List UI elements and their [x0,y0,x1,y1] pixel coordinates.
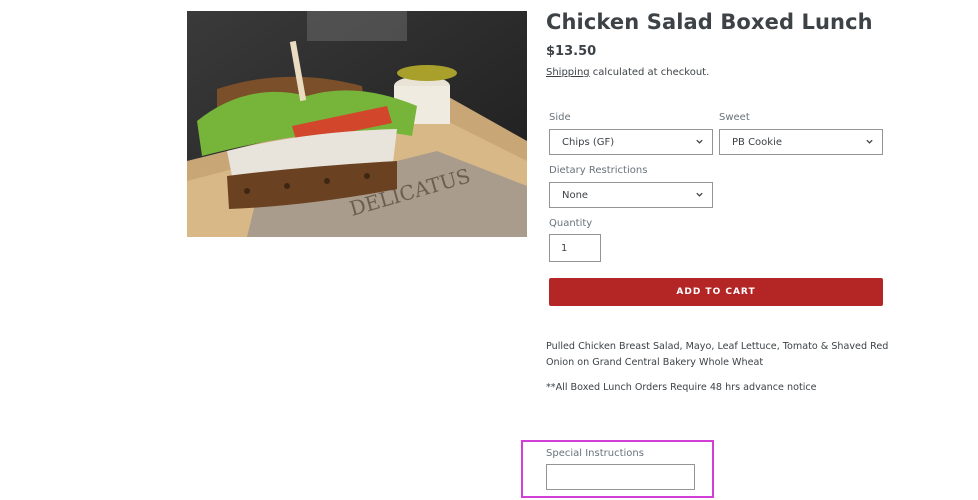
advance-notice: **All Boxed Lunch Orders Require 48 hrs … [546,382,817,393]
chevron-down-icon [696,139,703,144]
chevron-down-icon [866,139,873,144]
quantity-label: Quantity [549,218,593,229]
product-price: $13.50 [546,44,597,59]
dietary-select-value: None [562,189,589,201]
chevron-down-icon [696,192,703,197]
product-description: Pulled Chicken Breast Salad, Mayo, Leaf … [546,341,889,368]
dietary-label: Dietary Restrictions [549,165,648,176]
product-title: Chicken Salad Boxed Lunch [546,10,873,34]
product-image: DELICATUS [187,11,527,237]
shipping-link[interactable]: Shipping [546,67,590,78]
dietary-select[interactable]: None [549,182,713,208]
sweet-label: Sweet [719,112,750,123]
shipping-text: calculated at checkout. [589,67,710,78]
sweet-select[interactable]: PB Cookie [719,129,883,155]
shipping-note: Shipping calculated at checkout. [546,67,709,78]
quantity-input[interactable]: 1 [549,234,601,262]
add-to-cart-button[interactable]: ADD TO CART [549,278,883,306]
side-select-value: Chips (GF) [562,136,615,148]
sweet-select-value: PB Cookie [732,136,783,148]
side-select[interactable]: Chips (GF) [549,129,713,155]
side-label: Side [549,112,571,123]
special-instructions-input[interactable] [546,464,695,490]
special-instructions-label: Special Instructions [546,448,644,459]
